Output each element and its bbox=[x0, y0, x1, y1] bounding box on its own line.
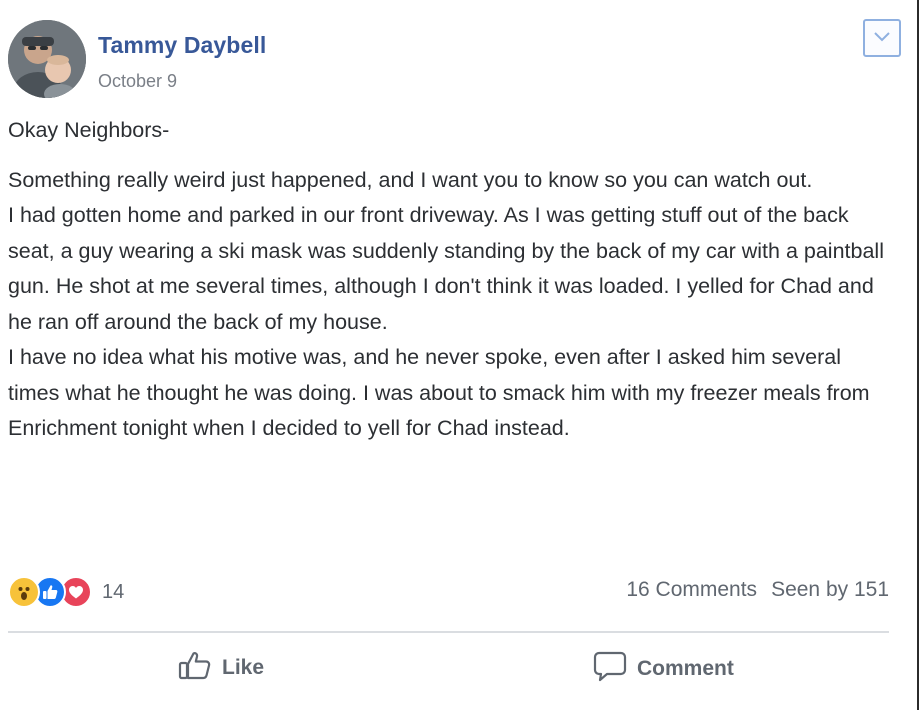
post-body: Okay Neighbors- Something really weird j… bbox=[8, 113, 889, 447]
post-paragraph: I had gotten home and parked in our fron… bbox=[8, 203, 884, 334]
post-paragraph: I have no idea what his motive was, and … bbox=[8, 345, 870, 440]
author-name[interactable]: Tammy Daybell bbox=[98, 32, 266, 59]
post-options-button[interactable] bbox=[863, 19, 901, 57]
comments-count-link[interactable]: 16 Comments bbox=[626, 578, 757, 602]
like-label: Like bbox=[222, 656, 265, 679]
reaction-count: 14 bbox=[102, 580, 125, 603]
profile-photo bbox=[8, 20, 86, 98]
thumbs-up-icon bbox=[178, 650, 212, 686]
post-stats: 16 Comments Seen by 151 bbox=[626, 578, 889, 602]
comment-label: Comment bbox=[637, 657, 734, 680]
post-paragraph: Something really weird just happened, an… bbox=[8, 167, 813, 192]
avatar[interactable] bbox=[8, 20, 86, 98]
wow-reaction-icon bbox=[8, 576, 40, 608]
like-button[interactable]: Like bbox=[178, 650, 264, 686]
divider bbox=[8, 631, 889, 633]
post-greeting: Okay Neighbors- bbox=[8, 118, 170, 142]
post-timestamp[interactable]: October 9 bbox=[98, 71, 177, 92]
facebook-post: Tammy Daybell October 9 Okay Neighbors- … bbox=[0, 0, 919, 710]
reactions-summary[interactable]: 14 bbox=[8, 576, 124, 608]
comment-button[interactable]: Comment bbox=[593, 650, 734, 688]
comment-bubble-icon bbox=[593, 650, 627, 688]
seen-by-link[interactable]: Seen by 151 bbox=[771, 578, 889, 602]
chevron-down-icon bbox=[874, 29, 890, 47]
